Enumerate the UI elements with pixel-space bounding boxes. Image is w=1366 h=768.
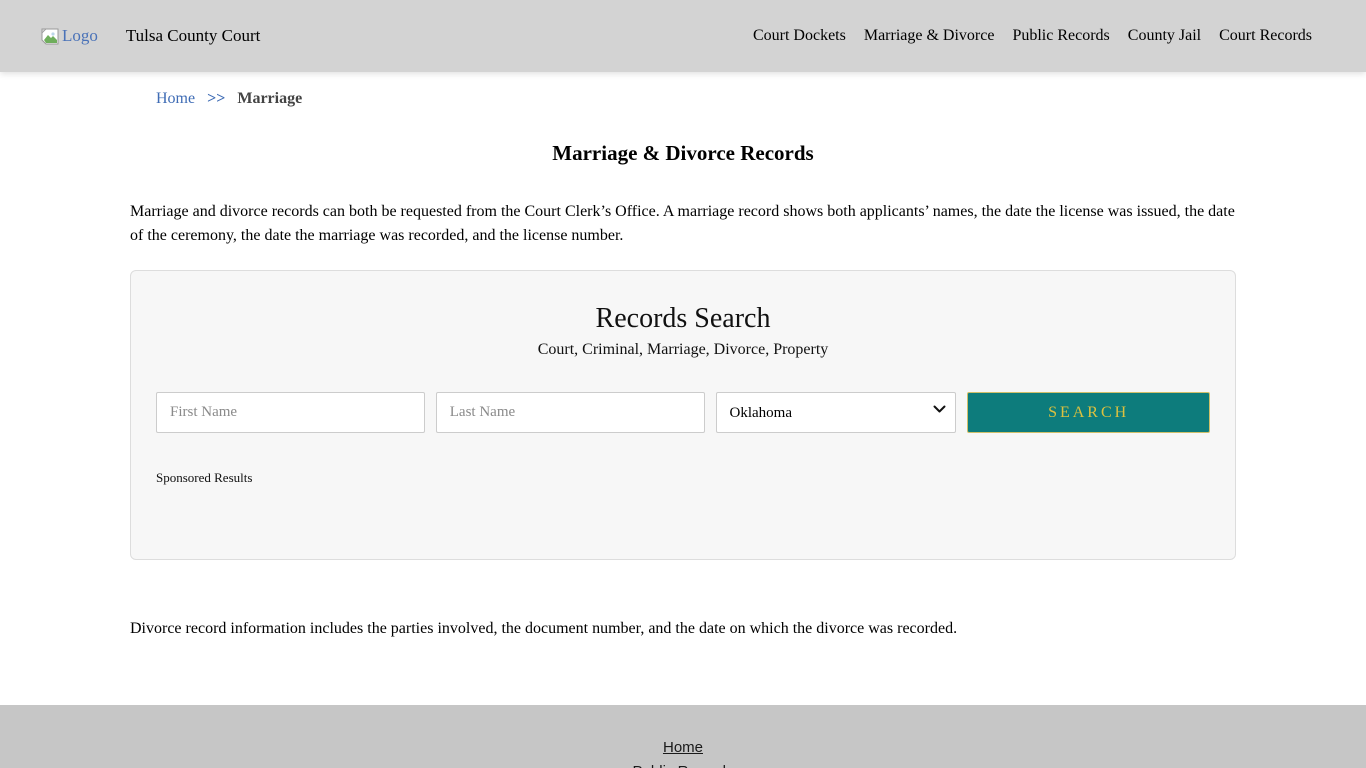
breadcrumb-separator: >>	[207, 90, 225, 107]
main-nav: Court Dockets Marriage & Divorce Public …	[753, 27, 1312, 45]
logo-link[interactable]: Logo	[40, 26, 98, 46]
sponsored-results-label: Sponsored Results	[156, 470, 1210, 486]
page-title: Marriage & Divorce Records	[130, 141, 1236, 166]
breadcrumb-current: Marriage	[237, 90, 302, 107]
nav-item-public-records[interactable]: Public Records	[1012, 27, 1109, 45]
search-form: Oklahoma SEARCH	[156, 392, 1210, 433]
footer-link-home[interactable]: Home	[0, 736, 1366, 760]
last-name-input[interactable]	[436, 392, 705, 433]
search-panel-subtitle: Court, Criminal, Marriage, Divorce, Prop…	[156, 341, 1210, 359]
footer-link-public-records[interactable]: Public Records	[0, 760, 1366, 768]
page-content: Home >> Marriage Marriage & Divorce Reco…	[130, 90, 1236, 641]
state-select-wrap: Oklahoma	[716, 392, 957, 433]
breadcrumb: Home >> Marriage	[130, 90, 1236, 108]
nav-item-court-dockets[interactable]: Court Dockets	[753, 27, 846, 45]
records-search-panel: Records Search Court, Criminal, Marriage…	[130, 270, 1236, 560]
nav-item-court-records[interactable]: Court Records	[1219, 27, 1312, 45]
search-button[interactable]: SEARCH	[967, 392, 1210, 433]
intro-paragraph: Marriage and divorce records can both be…	[130, 200, 1236, 248]
footer: Home Public Records	[0, 705, 1366, 768]
state-select[interactable]: Oklahoma	[716, 392, 957, 433]
divorce-paragraph: Divorce record information includes the …	[130, 617, 1236, 641]
header: Logo Tulsa County Court Court Dockets Ma…	[0, 0, 1366, 72]
nav-item-marriage-divorce[interactable]: Marriage & Divorce	[864, 27, 995, 45]
broken-image-icon	[40, 28, 60, 45]
breadcrumb-home-link[interactable]: Home	[156, 90, 195, 107]
logo-alt-text: Logo	[62, 26, 98, 46]
first-name-input[interactable]	[156, 392, 425, 433]
search-panel-title: Records Search	[156, 303, 1210, 335]
nav-item-county-jail[interactable]: County Jail	[1128, 27, 1201, 45]
site-title: Tulsa County Court	[126, 26, 260, 46]
